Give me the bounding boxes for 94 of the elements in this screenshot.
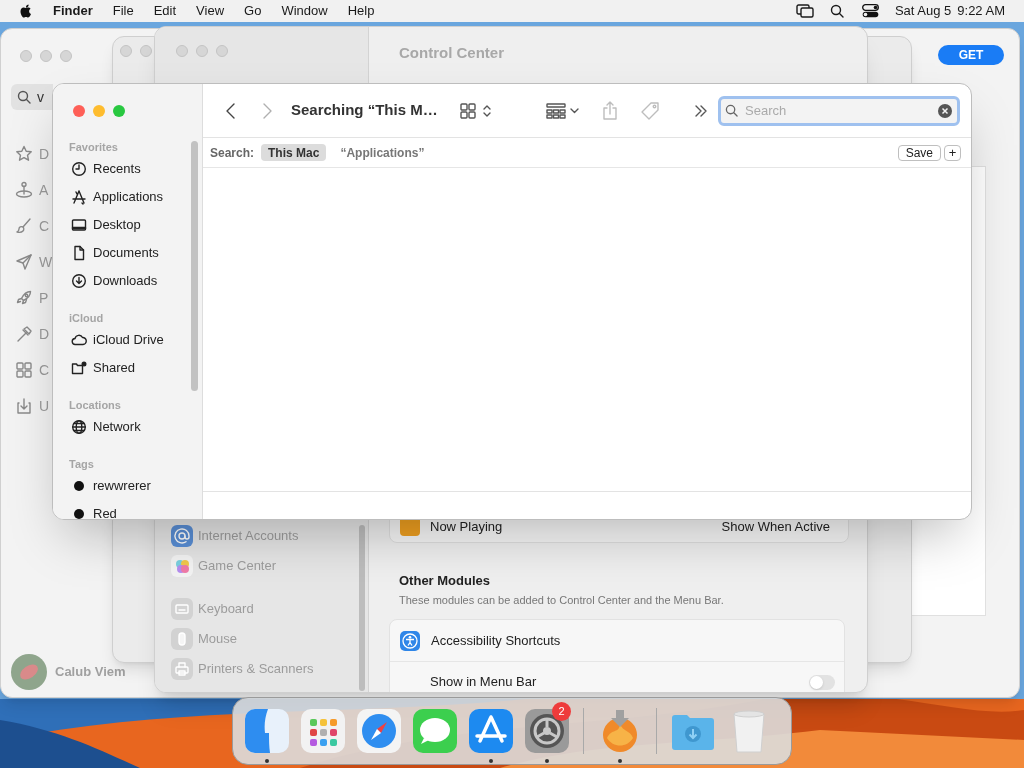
bubbles-icon	[171, 555, 193, 577]
cloud-icon	[71, 332, 87, 348]
app-menu[interactable]: Finder	[53, 1, 93, 21]
window-title: Control Center	[399, 43, 504, 63]
window-control[interactable]	[196, 45, 208, 57]
printer-icon	[171, 658, 193, 680]
window-title: Searching “This M…	[291, 100, 439, 121]
sidebar-item[interactable]: Downloads	[93, 271, 158, 291]
toggle-label: Show in Menu Bar	[430, 673, 537, 692]
two-tone-square-icon[interactable]	[244, 708, 290, 754]
save-button[interactable]: Save	[897, 144, 941, 161]
sidebar-item[interactable]: Applications	[93, 187, 164, 207]
dropdown[interactable]: Show When Active	[721, 516, 830, 536]
window-control[interactable]	[176, 45, 188, 57]
scope-button[interactable]: This Mac	[261, 144, 327, 161]
window-control[interactable]	[140, 45, 152, 57]
sidebar-item[interactable]: Network	[93, 417, 141, 437]
accessibility-icon	[400, 630, 420, 651]
sidebar-item[interactable]: Documents	[93, 243, 159, 263]
a-shape-icon	[71, 189, 87, 205]
scrollbar[interactable]	[191, 141, 198, 391]
menu-item[interactable]: Help	[347, 1, 375, 21]
section-heading: iCloud	[68, 311, 105, 326]
control-center-icon[interactable]	[861, 4, 879, 18]
section-heading: Favorites	[68, 140, 119, 155]
scrollbar[interactable]	[359, 525, 365, 691]
menu-bar-date[interactable]: Sat Aug 5	[894, 1, 952, 21]
window-control[interactable]	[113, 105, 125, 117]
view-grid-icon[interactable]	[459, 101, 493, 120]
window-control[interactable]	[93, 105, 105, 117]
paper-plane-icon	[15, 253, 33, 271]
section-heading: Locations	[68, 398, 122, 413]
search-icon	[17, 90, 31, 104]
brush-icon	[15, 217, 33, 235]
sidebar-item[interactable]: rewwrerer	[93, 476, 151, 496]
search-field[interactable]: Search	[718, 95, 960, 126]
menu-item[interactable]: File	[112, 1, 134, 21]
avatar[interactable]	[11, 654, 47, 690]
apple-logo-icon[interactable]	[19, 3, 33, 19]
row-label: Accessibility Shortcuts	[431, 631, 561, 650]
tag-icon[interactable]	[640, 100, 660, 121]
scope-label: Search:	[210, 144, 255, 162]
star-icon	[15, 145, 33, 163]
sidebar-item[interactable]: Red	[93, 504, 117, 519]
section-subtitle: These modules can be added to Control Center and the Menu Bar.	[399, 592, 725, 608]
grid-icon	[15, 361, 33, 379]
menu-bar-time[interactable]: 9:22 AM	[957, 1, 1005, 21]
clear-icon[interactable]	[938, 103, 952, 118]
sidebar-item[interactable]: Desktop	[93, 215, 141, 235]
search-icon[interactable]	[829, 4, 844, 18]
gear-icon[interactable]	[524, 708, 570, 754]
menu-item[interactable]: Window	[281, 1, 328, 21]
joystick-icon	[15, 181, 33, 199]
window-control[interactable]	[120, 45, 132, 57]
keyboard-icon	[171, 598, 193, 620]
sidebar-item[interactable]: Shared	[93, 358, 135, 378]
section-heading: Tags	[68, 457, 95, 472]
sidebar-item[interactable]: Recents	[93, 159, 141, 179]
window-control[interactable]	[40, 50, 52, 62]
document-icon	[71, 245, 87, 261]
download-tray-icon	[15, 397, 33, 415]
clock-icon	[71, 161, 87, 177]
window-control[interactable]	[216, 45, 228, 57]
rocket-icon	[15, 289, 33, 307]
compass-icon[interactable]	[356, 708, 402, 754]
toggle-switch[interactable]	[809, 674, 835, 690]
screen-mirroring-icon[interactable]	[795, 4, 814, 18]
menu-item[interactable]: Edit	[153, 1, 177, 21]
scope-button[interactable]: “Applications”	[333, 144, 432, 161]
globe-icon	[71, 419, 87, 435]
group-icon[interactable]	[545, 101, 581, 120]
notification-badge: 2	[552, 702, 571, 721]
speech-bubble-icon[interactable]	[412, 708, 458, 754]
window-control[interactable]	[73, 105, 85, 117]
hammer-icon	[15, 325, 33, 343]
search-icon	[725, 103, 738, 117]
display-icon	[71, 217, 87, 233]
add-button[interactable]: +	[944, 144, 961, 161]
section-title: Other Modules	[399, 572, 491, 590]
menu-item[interactable]: View	[196, 1, 225, 21]
row-label: Now Playing	[430, 517, 503, 536]
window-control[interactable]	[60, 50, 72, 62]
window-control[interactable]	[20, 50, 32, 62]
get-button[interactable]: GET	[938, 45, 1004, 65]
at-sign-icon	[171, 525, 193, 547]
mouse-icon	[171, 628, 193, 650]
shared-folder-icon	[71, 360, 87, 376]
sidebar-item[interactable]: iCloud Drive	[93, 330, 164, 350]
menu-item[interactable]: Go	[244, 1, 262, 21]
a-shape-icon[interactable]	[468, 708, 514, 754]
app-grid-icon[interactable]	[300, 708, 346, 754]
search-field[interactable]: v	[11, 84, 53, 110]
share-icon[interactable]	[602, 100, 618, 121]
download-icon	[71, 273, 87, 289]
